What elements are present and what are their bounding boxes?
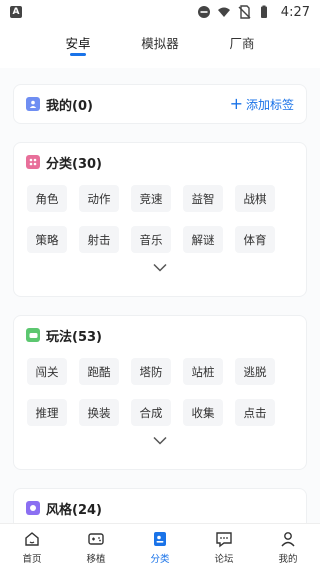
- card-title: 分类(30): [46, 156, 102, 172]
- tag-chip[interactable]: 动作: [79, 185, 119, 212]
- tag-chip[interactable]: 音乐: [131, 226, 171, 253]
- tag-chip[interactable]: 竞速: [131, 185, 171, 212]
- mine-tags-card: 我的(0) + 添加标签: [13, 84, 307, 124]
- tag-chip[interactable]: 体育: [235, 226, 275, 253]
- tag-chip[interactable]: 闯关: [27, 358, 67, 385]
- tag-chip[interactable]: 策略: [27, 226, 67, 253]
- forum-icon: [216, 532, 232, 548]
- category-card: 分类(30) 角色 动作 竞速 益智 战棋 策略 射击 音乐 解谜 体育: [13, 142, 307, 297]
- tab-label: 模拟器: [141, 36, 179, 51]
- chevron-down-icon: [153, 436, 167, 445]
- tag-chip[interactable]: 站桩: [183, 358, 223, 385]
- card-title: 我的(0): [46, 98, 93, 114]
- status-bar: A 4:27: [0, 0, 320, 24]
- battery-icon: [260, 5, 267, 18]
- gameplay-chip-grid: 闯关 跑酷 塔防 站桩 逃脱 推理 换装 合成 收集 点击: [14, 354, 306, 426]
- tag-chip[interactable]: 合成: [131, 399, 171, 426]
- category-tag-icon: [26, 155, 40, 169]
- card-header: 我的(0) + 添加标签: [14, 85, 306, 123]
- gamepad-icon: [88, 533, 104, 545]
- status-time: 4:27: [280, 4, 310, 20]
- nav-label: 移植: [86, 554, 106, 565]
- expand-button[interactable]: [14, 426, 306, 445]
- nav-label: 我的: [278, 554, 298, 565]
- add-tag-button[interactable]: + 添加标签: [230, 96, 294, 113]
- card-title: 风格(24): [46, 502, 102, 518]
- tag-chip[interactable]: 逃脱: [235, 358, 275, 385]
- top-tabs: 安卓 模拟器 厂商: [0, 24, 320, 68]
- nav-forum[interactable]: 论坛: [192, 524, 256, 569]
- home-icon: [25, 532, 39, 546]
- nav-home[interactable]: 首页: [0, 524, 64, 569]
- chevron-down-icon: [153, 263, 167, 272]
- card-header: 玩法(53): [14, 316, 306, 354]
- user-icon: [26, 97, 40, 111]
- tag-chip[interactable]: 益智: [183, 185, 223, 212]
- tab-vendor[interactable]: 厂商: [201, 24, 283, 68]
- category-chip-grid: 角色 动作 竞速 益智 战棋 策略 射击 音乐 解谜 体育: [14, 181, 306, 253]
- bottom-nav: 首页 移植 分类 论坛 我的: [0, 523, 320, 569]
- nav-profile[interactable]: 我的: [256, 524, 320, 569]
- tab-emulator[interactable]: 模拟器: [119, 24, 201, 68]
- card-title: 玩法(53): [46, 329, 102, 345]
- app-notification-icon: A: [10, 6, 22, 18]
- tag-chip[interactable]: 推理: [27, 399, 67, 426]
- tag-chip[interactable]: 塔防: [131, 358, 171, 385]
- nav-port[interactable]: 移植: [64, 524, 128, 569]
- tag-chip[interactable]: 换装: [79, 399, 119, 426]
- gameplay-card: 玩法(53) 闯关 跑酷 塔防 站桩 逃脱 推理 换装 合成 收集 点击: [13, 315, 307, 470]
- tag-chip[interactable]: 解谜: [183, 226, 223, 253]
- nav-category[interactable]: 分类: [128, 524, 192, 569]
- tag-chip[interactable]: 点击: [235, 399, 275, 426]
- wifi-icon: [217, 7, 230, 17]
- tag-chip[interactable]: 跑酷: [79, 358, 119, 385]
- tag-chip[interactable]: 战棋: [235, 185, 275, 212]
- nav-label: 首页: [22, 554, 42, 565]
- style-card: 风格(24): [13, 488, 307, 523]
- do-not-disturb-icon: [197, 6, 210, 18]
- tab-android[interactable]: 安卓: [37, 24, 119, 68]
- category-icon: [154, 532, 166, 546]
- tag-content: 我的(0) + 添加标签 分类(30) 角色 动作 竞速 益智 战棋 策略 射击…: [0, 68, 320, 523]
- status-icons: 4:27: [197, 5, 310, 20]
- active-tab-indicator: [70, 53, 86, 56]
- profile-icon: [281, 532, 295, 547]
- tab-label: 安卓: [65, 36, 91, 51]
- tag-chip[interactable]: 角色: [27, 185, 67, 212]
- plus-icon: +: [229, 94, 243, 113]
- add-tag-label: 添加标签: [245, 97, 294, 112]
- gameplay-tag-icon: [26, 328, 40, 342]
- tag-chip[interactable]: 收集: [183, 399, 223, 426]
- card-header: 分类(30): [14, 143, 306, 181]
- style-tag-icon: [26, 501, 40, 515]
- nav-label: 论坛: [214, 554, 234, 565]
- tag-chip[interactable]: 射击: [79, 226, 119, 253]
- card-header: 风格(24): [14, 489, 306, 523]
- no-sim-icon: [238, 5, 251, 19]
- tab-label: 厂商: [229, 36, 255, 51]
- nav-label: 分类: [150, 554, 170, 565]
- expand-button[interactable]: [14, 253, 306, 272]
